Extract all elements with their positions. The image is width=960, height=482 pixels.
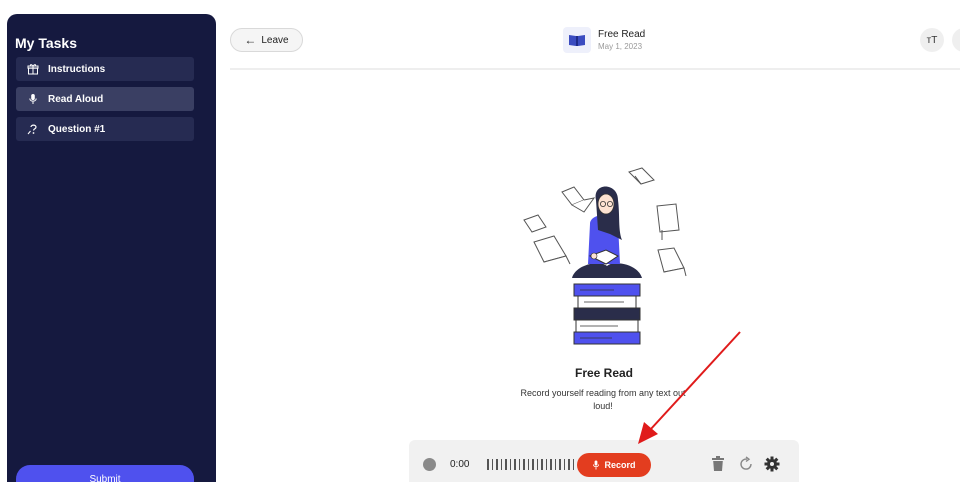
more-button[interactable] (952, 28, 960, 52)
sidebar-title: My Tasks (15, 35, 77, 51)
leave-button[interactable]: ← Leave (230, 28, 303, 52)
sidebar-item-label: Instructions (48, 63, 106, 75)
submit-button[interactable]: Submit (16, 465, 194, 482)
sidebar: My Tasks Instructions Read Aloud Questio… (7, 14, 216, 482)
gift-icon (26, 62, 40, 76)
page-date: May 1, 2023 (598, 42, 643, 51)
text-size-button[interactable]: тT (920, 28, 944, 52)
sidebar-item-read-aloud[interactable]: Read Aloud (16, 87, 194, 111)
header-divider (230, 68, 960, 70)
leave-label: Leave (261, 34, 289, 46)
microphone-icon (593, 460, 600, 470)
trash-icon[interactable] (711, 456, 725, 472)
recording-time: 0:00 (450, 459, 470, 470)
reading-illustration (523, 167, 687, 345)
page-title: Free Read (598, 29, 646, 40)
microphone-icon (26, 92, 40, 106)
sidebar-item-label: Read Aloud (48, 93, 104, 105)
refresh-icon[interactable] (738, 456, 754, 472)
sidebar-item-label: Question #1 (48, 123, 106, 135)
record-label: Record (604, 460, 636, 470)
sidebar-item-question-1[interactable]: Question #1 (16, 117, 194, 141)
sidebar-item-instructions[interactable]: Instructions (16, 57, 194, 81)
annotation-arrow-icon (638, 331, 741, 444)
gear-icon[interactable] (764, 456, 780, 472)
book-icon (563, 27, 591, 53)
question-icon (26, 122, 40, 136)
recording-indicator (423, 458, 436, 471)
arrow-left-icon: ← (244, 33, 257, 47)
record-button[interactable]: Record (577, 453, 651, 477)
waveform (487, 459, 574, 471)
